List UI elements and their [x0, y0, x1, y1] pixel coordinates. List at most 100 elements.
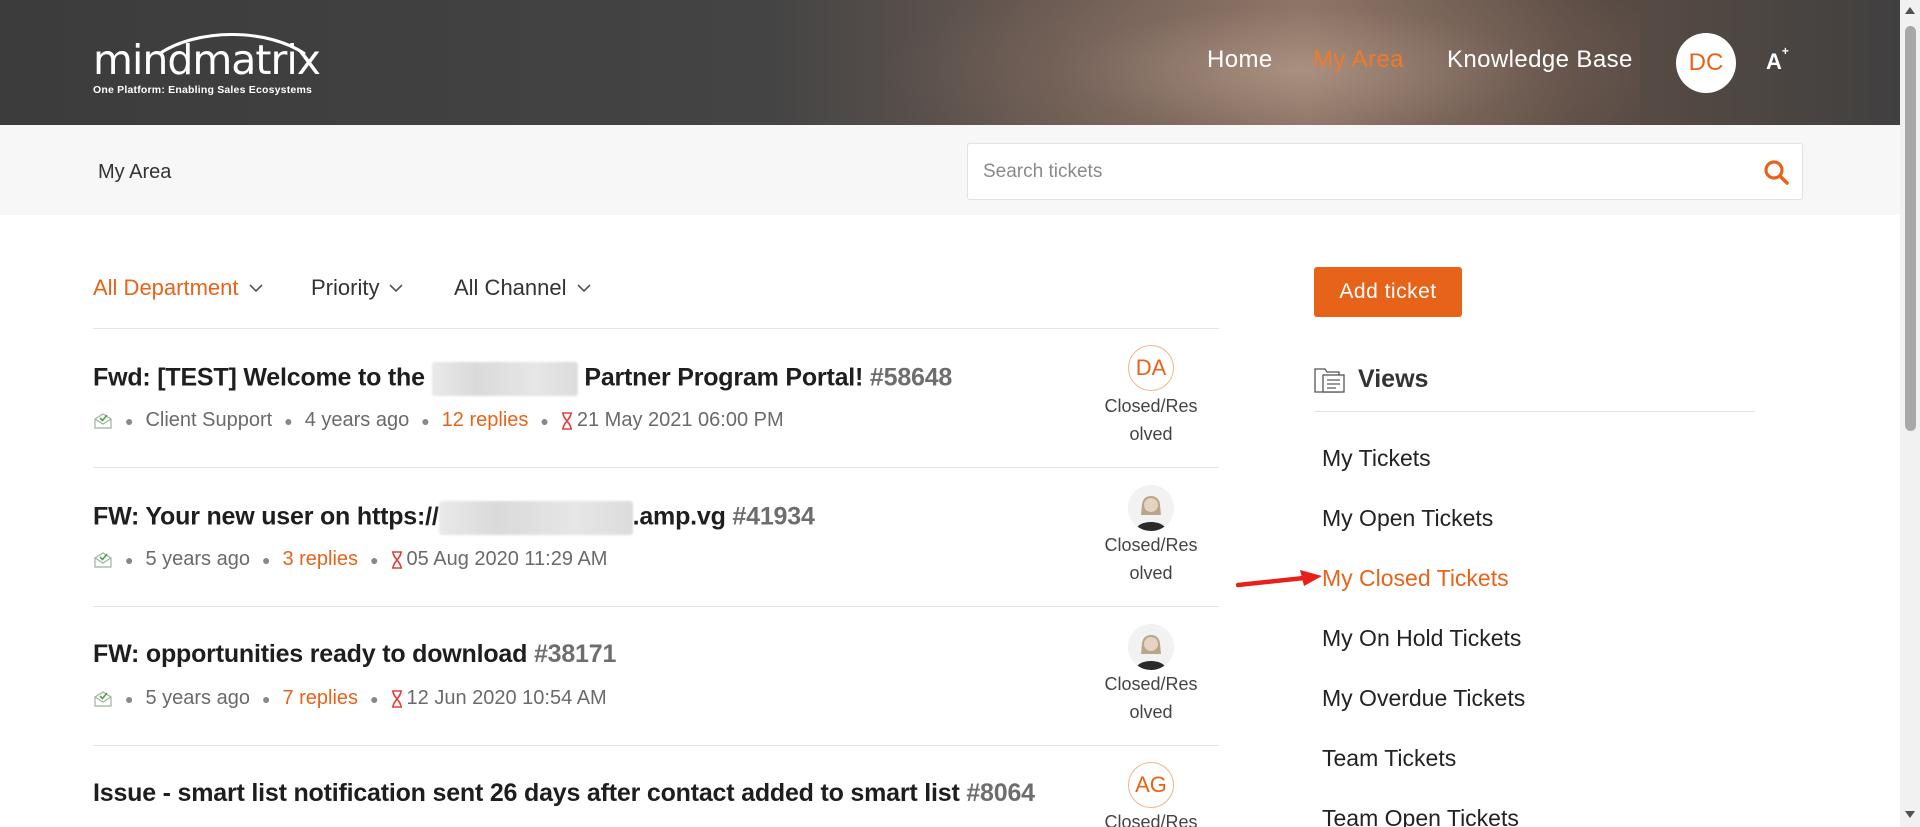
ticket-due-date: 21 May 2021 06:00 PM — [576, 409, 784, 431]
priority-filter-label: Priority — [311, 275, 380, 300]
email-channel-icon — [94, 551, 112, 568]
folder-document-icon — [1314, 368, 1345, 393]
ticket-replies[interactable]: 12 replies — [442, 409, 529, 432]
agent-person-icon — [1128, 624, 1174, 670]
divider — [93, 745, 1219, 746]
separator-dot: ● — [540, 412, 549, 429]
nav-knowledge-base[interactable]: Knowledge Base — [1447, 46, 1633, 74]
logo-tagline: One Platform: Enabling Sales Ecosystems — [93, 84, 313, 96]
font-size-label: A — [1766, 49, 1782, 74]
view-my-tickets[interactable]: My Tickets — [1322, 445, 1431, 472]
font-size-icon[interactable]: A+ — [1766, 44, 1789, 75]
mindmatrix-logo[interactable]: mindmatrix One Platform: Enabling Sales … — [93, 28, 321, 96]
channel-filter-label: All Channel — [454, 275, 567, 300]
separator-dot: ● — [125, 690, 134, 707]
hourglass-icon — [391, 689, 402, 708]
ticket-agent-avatar — [1123, 485, 1179, 531]
department-filter-dropdown[interactable]: All Department — [93, 275, 263, 301]
separator-dot: ● — [125, 551, 134, 568]
ticket-agent-avatar: DA — [1123, 345, 1179, 391]
agent-initials: DA — [1128, 345, 1174, 391]
top-navigation-bar: mindmatrix One Platform: Enabling Sales … — [0, 0, 1920, 125]
channel-filter-dropdown[interactable]: All Channel — [454, 275, 591, 301]
chevron-down-icon — [389, 283, 404, 292]
scroll-thumb[interactable] — [1905, 26, 1916, 431]
redacted-text — [438, 501, 633, 535]
ticket-department: Client Support — [145, 409, 273, 431]
ticket-due: 12 Jun 2020 10:54 AM — [391, 687, 607, 710]
ticket-meta: ● 5 years ago ● 7 replies ● 12 Jun 2020 … — [93, 687, 607, 710]
search-icon[interactable] — [1762, 158, 1790, 186]
agent-photo — [1128, 624, 1174, 670]
ticket-agent-avatar — [1123, 624, 1179, 670]
agent-person-icon — [1128, 485, 1174, 531]
ticket-status: Closed/Res olved — [1104, 674, 1198, 722]
scroll-up-arrow-icon[interactable] — [1905, 7, 1915, 14]
view-team-open-tickets[interactable]: Team Open Tickets — [1322, 805, 1519, 827]
view-my-on-hold-tickets[interactable]: My On Hold Tickets — [1322, 625, 1521, 652]
red-arrow-annotation-icon — [1236, 570, 1322, 588]
ticket-age: 4 years ago — [304, 409, 410, 431]
ticket-agent-avatar: AG — [1123, 762, 1179, 808]
ticket-status: Closed/Res — [1104, 812, 1198, 827]
ticket-replies[interactable]: 7 replies — [282, 687, 358, 710]
ticket-status: Closed/Res olved — [1104, 535, 1198, 583]
font-size-sup: + — [1781, 43, 1789, 58]
ticket-title-link[interactable]: Issue - smart list notification sent 26 … — [93, 779, 1035, 808]
logo-arc-icon — [158, 33, 306, 56]
ticket-title-link[interactable]: FW: opportunities ready to download #381… — [93, 640, 616, 669]
user-avatar[interactable]: DC — [1676, 33, 1736, 93]
nav-my-area[interactable]: My Area — [1313, 46, 1404, 74]
ticket-due-date: 05 Aug 2020 11:29 AM — [406, 548, 608, 570]
separator-dot: ● — [284, 412, 293, 429]
search-box — [967, 143, 1803, 200]
ticket-due-date: 12 Jun 2020 10:54 AM — [406, 687, 607, 709]
separator-dot: ● — [125, 412, 134, 429]
department-filter-label: All Department — [93, 275, 239, 300]
breadcrumb: My Area — [98, 161, 172, 183]
ticket-title-text: .amp.vg — [632, 502, 726, 531]
ticket-due: 21 May 2021 06:00 PM — [561, 409, 784, 432]
separator-dot: ● — [261, 690, 271, 707]
ticket-title-text: FW: Your new user on https:// — [93, 502, 439, 531]
ticket-title-text: Fwd: [TEST] Welcome to the — [93, 363, 425, 392]
ticket-number: #58648 — [869, 363, 953, 392]
scroll-down-arrow-icon[interactable] — [1905, 811, 1915, 818]
divider — [1314, 411, 1754, 412]
ticket-title-link[interactable]: Fwd: [TEST] Welcome to the Partner Progr… — [93, 362, 952, 396]
views-title: Views — [1358, 364, 1429, 393]
chevron-down-icon — [248, 283, 263, 292]
search-input[interactable] — [968, 144, 1728, 199]
ticket-number: #8064 — [966, 779, 1035, 807]
separator-dot: ● — [261, 551, 271, 568]
hourglass-icon — [391, 550, 402, 569]
ticket-title-link[interactable]: FW: Your new user on https:// .amp.vg #41… — [93, 501, 815, 535]
separator-dot: ● — [421, 412, 430, 429]
priority-filter-dropdown[interactable]: Priority — [311, 275, 404, 301]
ticket-due: 05 Aug 2020 11:29 AM — [391, 548, 608, 571]
view-my-overdue-tickets[interactable]: My Overdue Tickets — [1322, 685, 1525, 712]
page-scrollbar[interactable] — [1900, 0, 1920, 827]
email-channel-icon — [94, 690, 112, 707]
hourglass-icon — [561, 411, 572, 430]
ticket-number: #38171 — [533, 640, 617, 668]
ticket-age: 5 years ago — [145, 687, 250, 709]
add-ticket-button[interactable]: Add ticket — [1314, 267, 1462, 317]
ticket-title-text: Partner Program Portal! — [584, 363, 864, 392]
ticket-replies[interactable]: 3 replies — [282, 548, 358, 571]
ticket-title-text: Issue - smart list notification sent 26 … — [93, 779, 960, 807]
view-team-tickets[interactable]: Team Tickets — [1322, 745, 1456, 772]
ticket-status: Closed/Res olved — [1104, 396, 1198, 444]
divider — [93, 606, 1219, 607]
agent-initials: AG — [1128, 762, 1174, 808]
separator-dot: ● — [370, 551, 379, 568]
views-header: Views — [1314, 364, 1428, 394]
ticket-age: 5 years ago — [145, 548, 250, 570]
chevron-down-icon — [576, 283, 591, 292]
email-channel-icon — [94, 412, 112, 429]
view-my-closed-tickets[interactable]: My Closed Tickets — [1322, 565, 1509, 592]
ticket-title-text: FW: opportunities ready to download — [93, 640, 528, 668]
nav-home[interactable]: Home — [1207, 46, 1273, 74]
agent-photo — [1128, 485, 1174, 531]
view-my-open-tickets[interactable]: My Open Tickets — [1322, 505, 1493, 532]
